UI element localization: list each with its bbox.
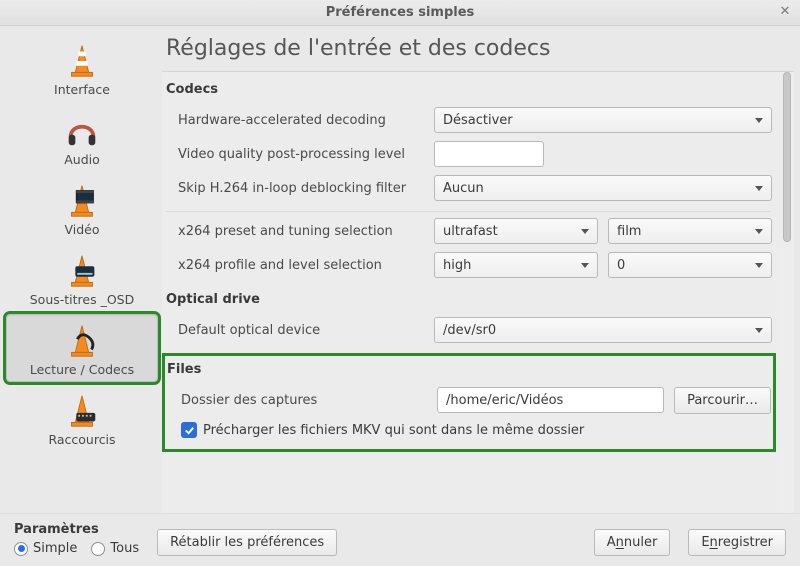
sidebar-item-label: Interface (54, 82, 110, 97)
sidebar-item-video[interactable]: Vidéo (6, 174, 158, 242)
sidebar-item-label: Lecture / Codecs (30, 362, 134, 377)
params-label: Paramètres (14, 522, 145, 537)
postprocessing-input[interactable] (435, 142, 544, 166)
scrollbar[interactable] (780, 72, 794, 513)
x264-preset-label: x264 preset and tuning selection (164, 224, 424, 239)
sidebar-item-label: Audio (64, 152, 100, 167)
sidebar-item-subtitles[interactable]: Sous-titres _OSD (6, 244, 158, 312)
record-dir-label: Dossier des captures (167, 393, 427, 408)
section-title-codecs: Codecs (164, 72, 772, 103)
vlc-cone-icon (63, 43, 101, 79)
save-button[interactable]: Enregistrer (688, 529, 786, 556)
chevron-down-icon (755, 328, 763, 333)
row-skip-loopfilter: Skip H.264 in-loop deblocking filter Auc… (164, 171, 772, 205)
sidebar-item-hotkeys[interactable]: Raccourcis (6, 384, 158, 452)
sidebar-item-label: Sous-titres _OSD (30, 292, 135, 307)
combo-value: film (617, 224, 641, 239)
divider (166, 211, 770, 212)
radio-label: Simple (33, 541, 77, 556)
hw-decoding-label: Hardware-accelerated decoding (164, 113, 424, 128)
chevron-down-icon (755, 229, 763, 234)
row-postprocessing: Video quality post-processing level (164, 137, 772, 171)
combo-value: /dev/sr0 (443, 323, 496, 338)
sidebar-item-input-codecs[interactable]: Lecture / Codecs (6, 314, 158, 382)
row-record-dir: Dossier des captures Parcourir… (167, 383, 771, 417)
section-title-files: Files (167, 356, 771, 383)
main-area: Interface Audio Vidéo Sous-titres _OSD (0, 26, 800, 513)
check-icon (184, 425, 195, 436)
section-codecs: Codecs Hardware-accelerated decoding Dés… (164, 72, 772, 282)
row-x264-profile: x264 profile and level selection high 0 (164, 248, 772, 282)
section-optical: Optical drive Default optical device /de… (164, 282, 772, 347)
preload-mkv-checkbox[interactable] (181, 422, 197, 438)
x264-level-combo[interactable]: 0 (608, 252, 772, 278)
subtitles-icon (63, 253, 101, 289)
combo-value: Aucun (443, 181, 484, 196)
radio-label: Tous (110, 541, 139, 556)
sidebar-item-interface[interactable]: Interface (6, 34, 158, 102)
reset-button[interactable]: Rétablir les préférences (157, 529, 337, 556)
titlebar: Préférences simples ✕ (0, 0, 800, 26)
record-dir-input[interactable] (437, 387, 664, 413)
hotkeys-icon (63, 393, 101, 429)
sidebar-item-audio[interactable]: Audio (6, 104, 158, 172)
page-title: Réglages de l'entrée et des codecs (162, 26, 794, 71)
skip-loopfilter-label: Skip H.264 in-loop deblocking filter (164, 181, 424, 196)
close-icon[interactable]: ✕ (778, 5, 792, 19)
radio-icon (91, 542, 105, 556)
content: Réglages de l'entrée et des codecs Codec… (162, 26, 800, 513)
bottombar: Paramètres Simple Tous Rétablir les préf… (0, 513, 800, 566)
postprocessing-spin[interactable] (434, 141, 544, 167)
preload-mkv-label: Précharger les fichiers MKV qui sont dan… (203, 423, 584, 438)
radio-all[interactable]: Tous (91, 541, 139, 556)
skip-loopfilter-combo[interactable]: Aucun (434, 175, 772, 201)
chevron-down-icon (755, 263, 763, 268)
settings-scroll-area: Codecs Hardware-accelerated decoding Dés… (162, 71, 794, 513)
window-title: Préférences simples (326, 5, 475, 20)
film-icon (63, 183, 101, 219)
section-files: Files Dossier des captures Parcourir… (162, 353, 776, 452)
chevron-down-icon (755, 118, 763, 123)
radio-simple[interactable]: Simple (14, 541, 77, 556)
chevron-down-icon (755, 186, 763, 191)
radio-icon (14, 542, 28, 556)
input-icon (63, 323, 101, 359)
sidebar: Interface Audio Vidéo Sous-titres _OSD (0, 26, 162, 513)
row-optical-device: Default optical device /dev/sr0 (164, 313, 772, 347)
row-preload-mkv: Précharger les fichiers MKV qui sont dan… (167, 417, 771, 443)
x264-profile-combo[interactable]: high (434, 252, 598, 278)
window-body: Interface Audio Vidéo Sous-titres _OSD (0, 26, 800, 566)
sidebar-item-label: Vidéo (64, 222, 99, 237)
postprocessing-label: Video quality post-processing level (164, 147, 424, 162)
browse-button[interactable]: Parcourir… (674, 387, 771, 414)
optical-device-label: Default optical device (164, 323, 424, 338)
combo-value: ultrafast (443, 224, 498, 239)
hw-decoding-combo[interactable]: Désactiver (434, 107, 772, 133)
x264-tuning-combo[interactable]: film (608, 218, 772, 244)
sidebar-item-label: Raccourcis (48, 432, 115, 447)
row-x264-preset: x264 preset and tuning selection ultrafa… (164, 214, 772, 248)
cancel-button[interactable]: Annuler (594, 529, 671, 556)
chevron-down-icon (581, 229, 589, 234)
section-title-optical: Optical drive (164, 282, 772, 313)
params-radios: Simple Tous (14, 541, 139, 556)
headphones-icon (63, 113, 101, 149)
scrollbar-thumb[interactable] (783, 72, 791, 242)
x264-preset-combo[interactable]: ultrafast (434, 218, 598, 244)
combo-value: Désactiver (443, 113, 513, 128)
combo-value: high (443, 258, 471, 273)
row-hw-decoding: Hardware-accelerated decoding Désactiver (164, 103, 772, 137)
combo-value: 0 (617, 258, 625, 273)
optical-device-combo[interactable]: /dev/sr0 (434, 317, 772, 343)
chevron-down-icon (581, 263, 589, 268)
x264-profile-label: x264 profile and level selection (164, 258, 424, 273)
